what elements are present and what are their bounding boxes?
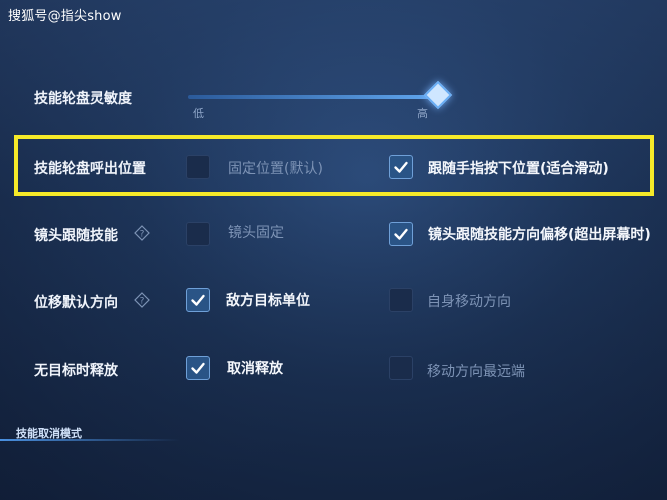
checkbox-follow-finger[interactable] xyxy=(389,155,413,179)
check-icon xyxy=(191,294,205,306)
option-fixed-position[interactable]: 固定位置(默认) xyxy=(228,158,323,178)
row-label-dash-direction: 位移默认方向 xyxy=(34,295,118,311)
question-diamond-icon[interactable]: ? xyxy=(134,292,150,308)
row-label-no-target-release: 无目标时释放 xyxy=(34,363,118,379)
checkbox-fixed-position[interactable] xyxy=(186,155,210,179)
option-cancel-release[interactable]: 取消释放 xyxy=(227,358,283,378)
checkbox-camera-fixed[interactable] xyxy=(186,222,210,246)
option-follow-finger[interactable]: 跟随手指按下位置(适合滑动) xyxy=(428,158,609,178)
check-icon xyxy=(191,362,205,374)
checkbox-camera-offset[interactable] xyxy=(389,222,413,246)
option-camera-fixed[interactable]: 镜头固定 xyxy=(228,222,284,242)
watermark-text: 搜狐号@指尖show xyxy=(8,9,122,24)
svg-text:?: ? xyxy=(140,230,145,240)
check-icon xyxy=(394,161,408,173)
svg-text:?: ? xyxy=(140,297,145,307)
section-divider xyxy=(0,439,180,441)
checkbox-self-move-direction[interactable] xyxy=(389,288,413,312)
option-self-move-direction[interactable]: 自身移动方向 xyxy=(427,291,511,311)
checkbox-farthest-move-end[interactable] xyxy=(389,356,413,380)
sensitivity-slider-track[interactable] xyxy=(188,95,432,99)
checkbox-cancel-release[interactable] xyxy=(186,356,210,380)
option-camera-offset[interactable]: 镜头跟随技能方向偏移(超出屏幕时) xyxy=(428,224,651,244)
question-diamond-icon[interactable]: ? xyxy=(134,225,150,241)
background xyxy=(0,0,667,500)
option-enemy-target[interactable]: 敌方目标单位 xyxy=(226,290,310,310)
checkbox-enemy-target[interactable] xyxy=(186,288,210,312)
check-icon xyxy=(394,228,408,240)
slider-low-label: 低 xyxy=(193,107,204,120)
row-label-wheel-position: 技能轮盘呼出位置 xyxy=(34,161,146,177)
option-farthest-move-end[interactable]: 移动方向最远端 xyxy=(427,361,525,381)
sensitivity-label: 技能轮盘灵敏度 xyxy=(34,91,132,107)
slider-high-label: 高 xyxy=(417,107,428,120)
row-label-camera-follow: 镜头跟随技能 xyxy=(34,228,118,244)
